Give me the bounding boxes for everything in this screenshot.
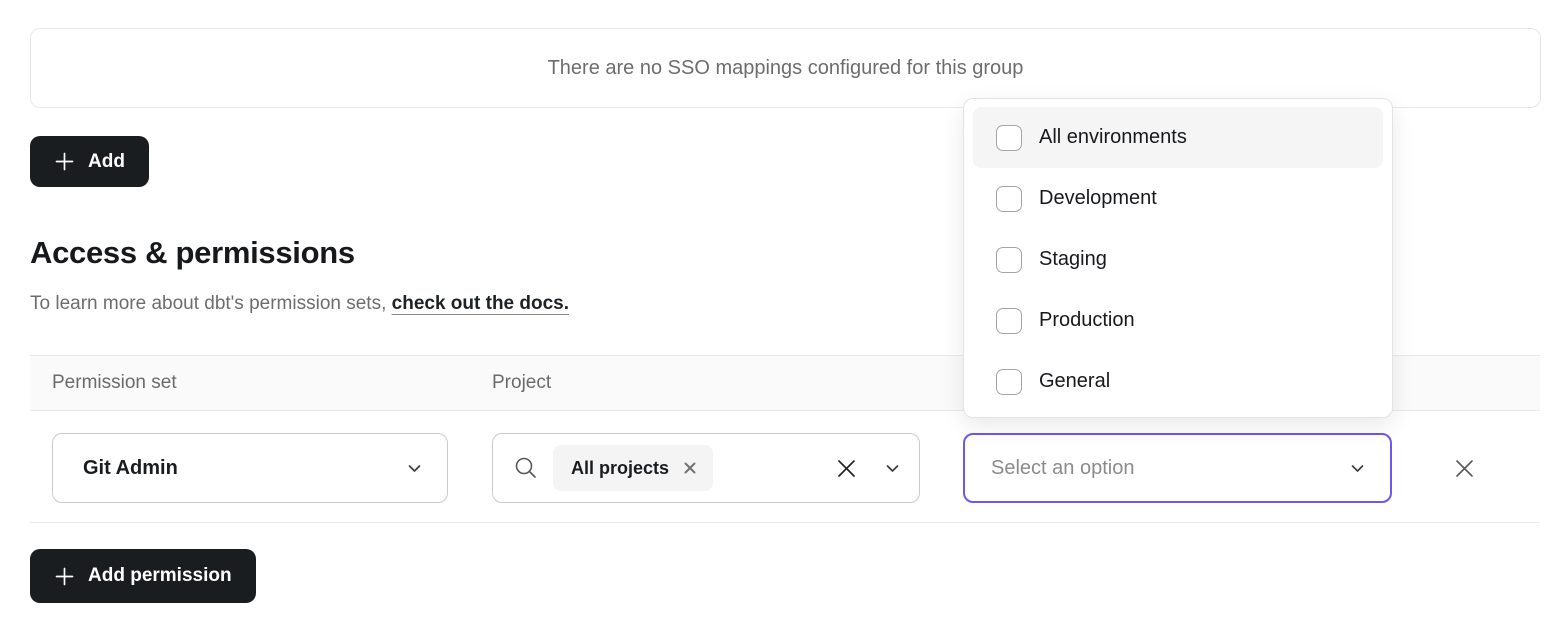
checkbox[interactable]: [996, 247, 1022, 273]
chevron-down-icon: [406, 460, 423, 477]
sso-mappings-empty-box: There are no SSO mappings configured for…: [30, 28, 1541, 108]
add-sso-mapping-button[interactable]: Add: [30, 136, 149, 187]
menu-item-label: Production: [1039, 309, 1135, 332]
project-multiselect[interactable]: All projects: [492, 433, 920, 503]
section-description: To learn more about dbt's permission set…: [30, 293, 569, 315]
clear-x-icon[interactable]: [823, 457, 870, 480]
environment-placeholder: Select an option: [991, 457, 1349, 480]
add-permission-label: Add permission: [88, 565, 232, 587]
menu-item-label: All environments: [1039, 126, 1187, 149]
checkbox[interactable]: [996, 125, 1022, 151]
chip-remove-icon[interactable]: [683, 461, 697, 475]
sso-empty-message: There are no SSO mappings configured for…: [548, 57, 1024, 80]
checkbox[interactable]: [996, 369, 1022, 395]
menu-item-label: General: [1039, 370, 1110, 393]
page-title: Access & permissions: [30, 235, 355, 271]
column-header-permission-set: Permission set: [52, 372, 177, 394]
menu-item-development[interactable]: Development: [973, 168, 1383, 229]
permission-set-select[interactable]: Git Admin: [52, 433, 448, 503]
chevron-down-icon[interactable]: [884, 460, 901, 477]
project-chip[interactable]: All projects: [553, 445, 713, 491]
plus-icon: [54, 151, 75, 172]
plus-icon: [54, 566, 75, 587]
menu-item-staging[interactable]: Staging: [973, 229, 1383, 290]
menu-item-label: Staging: [1039, 248, 1107, 271]
docs-link[interactable]: check out the docs.: [392, 293, 569, 314]
menu-item-label: Development: [1039, 187, 1157, 210]
remove-row-x-icon[interactable]: [1450, 454, 1478, 482]
menu-item-general[interactable]: General: [973, 351, 1383, 412]
environment-dropdown-menu: All environments Development Staging Pro…: [963, 98, 1393, 418]
column-header-project: Project: [492, 372, 551, 394]
menu-item-all-environments[interactable]: All environments: [973, 107, 1383, 168]
add-button-label: Add: [88, 151, 125, 173]
search-icon: [513, 455, 539, 481]
menu-item-production[interactable]: Production: [973, 290, 1383, 351]
permission-set-value: Git Admin: [83, 457, 406, 480]
group-settings-page: There are no SSO mappings configured for…: [0, 0, 1560, 628]
chevron-down-icon: [1349, 460, 1366, 477]
checkbox[interactable]: [996, 308, 1022, 334]
environment-select[interactable]: Select an option: [963, 433, 1392, 503]
add-permission-button[interactable]: Add permission: [30, 549, 256, 603]
description-text: To learn more about dbt's permission set…: [30, 293, 386, 314]
checkbox[interactable]: [996, 186, 1022, 212]
project-chip-label: All projects: [571, 458, 669, 479]
